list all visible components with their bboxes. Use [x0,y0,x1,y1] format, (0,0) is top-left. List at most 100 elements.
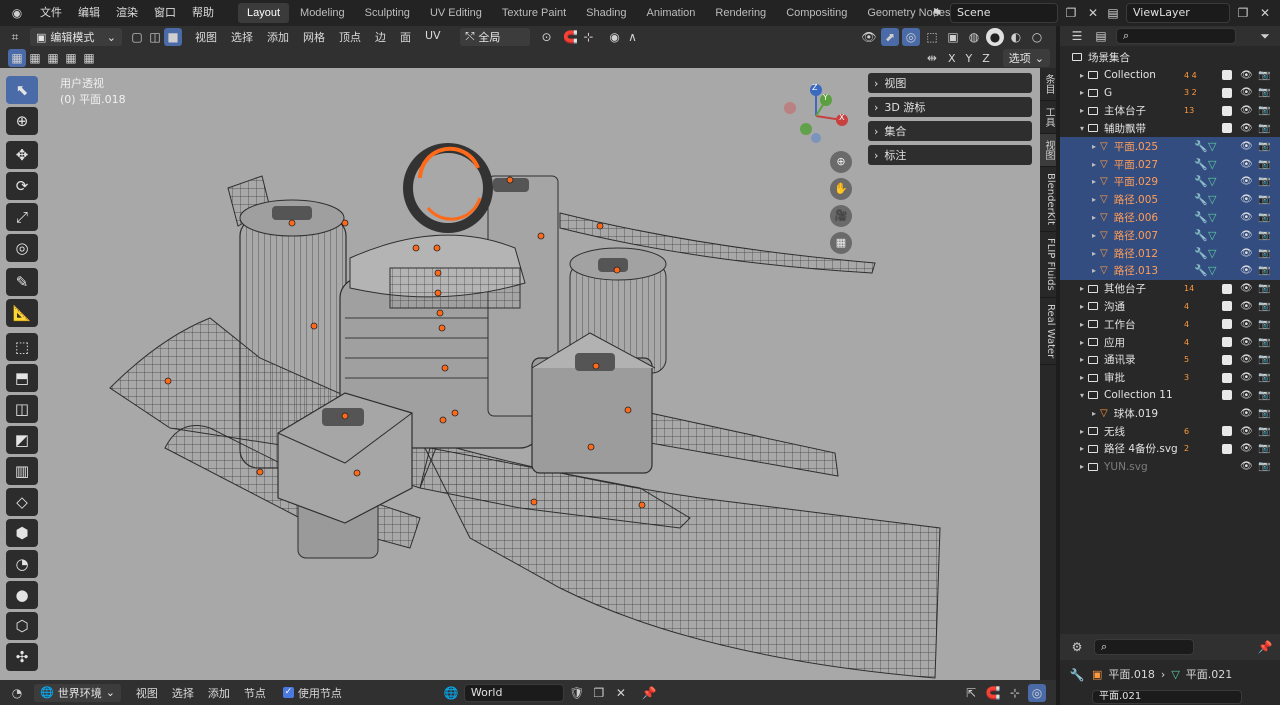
menu-item-3[interactable]: 窗口 [146,0,184,26]
eye-icon[interactable]: 👁 [1240,461,1253,472]
scene-selector[interactable]: Scene [950,3,1058,23]
add-cube-tool-icon[interactable]: ⬚ [6,333,38,361]
outliner-row[interactable]: ▸ ▽ 平面.029 🔧 ▽ 👁 📷 [1060,172,1280,191]
camera-icon[interactable]: 📷 [1258,337,1270,348]
chevron-right-icon[interactable]: ▸ [1076,338,1088,347]
outliner-search[interactable]: ⌕ [1116,28,1236,44]
move-tool-icon[interactable]: ✥ [6,141,38,169]
eye-icon[interactable]: 👁 [1240,283,1253,294]
workspace-tab-2[interactable]: Sculpting [356,3,419,23]
select-tool-icon[interactable]: ⬉ [6,76,38,104]
face-select-icon[interactable]: ■ [164,28,182,46]
exclude-checkbox[interactable] [1222,283,1232,294]
proportional-edit-icon[interactable]: ◉ [606,28,624,46]
outliner-row[interactable]: ▸ 路径 4备份.svg 2 👁 📷 [1060,440,1280,458]
outliner-row[interactable]: ▸ 审批 3 👁 📷 [1060,369,1280,387]
eye-icon[interactable]: 👁 [1240,194,1253,205]
outliner-row[interactable]: ▸ 通讯录 5 👁 📷 [1060,351,1280,369]
modifier-icon[interactable]: 🔧 [1194,193,1208,206]
sidebar-tab-4[interactable]: FLIP Fluids [1040,232,1056,298]
modifier-icon[interactable]: 🔧 [1194,229,1208,242]
snap-target-icon[interactable]: ⊹ [580,28,598,46]
npanel-view[interactable]: › 视图 [868,73,1032,93]
pan-hand-icon[interactable]: ✋ [830,178,852,200]
workspace-tab-0[interactable]: Layout [238,3,290,23]
chevron-right-icon[interactable]: ▸ [1076,320,1088,329]
xray-icon[interactable]: ▣ [944,28,962,46]
modifier-icon[interactable]: 🔧 [1194,175,1208,188]
eye-icon[interactable]: 👁 [1240,301,1253,312]
npanel-collection[interactable]: › 集合 [868,121,1032,141]
eye-icon[interactable]: 👁 [1240,105,1253,116]
spin-tool-icon[interactable]: ◔ [6,550,38,578]
eye-icon[interactable]: 👁 [1240,87,1253,98]
eye-icon[interactable]: 👁 [1240,372,1253,383]
sidebar-tab-3[interactable]: BlenderKit [1040,167,1056,232]
chevron-right-icon[interactable]: ▸ [1076,427,1088,436]
outliner-row[interactable]: ▸ 工作台 4 👁 📷 [1060,315,1280,333]
viewport-menu-4[interactable]: 顶点 [332,29,368,45]
rendered-shading-icon[interactable]: ○ [1028,28,1046,46]
outliner-row[interactable]: ▾ Collection 11 👁 📷 [1060,386,1280,404]
outliner-row[interactable]: ▸ ▽ 球体.019 👁 📷 [1060,404,1280,422]
world-selector[interactable]: World [463,683,564,702]
viewport-menu-2[interactable]: 添加 [260,29,296,45]
sidebar-tab-2[interactable]: 视图 [1040,134,1056,167]
chevron-right-icon[interactable]: ▸ [1088,213,1100,222]
rotate-tool-icon[interactable]: ⟳ [6,172,38,200]
mesh-data-icon[interactable]: ▽ [1208,193,1216,206]
poly-build-tool-icon[interactable]: ⬢ [6,519,38,547]
mesh-data-icon[interactable]: ▽ [1208,158,1216,171]
exclude-checkbox[interactable] [1222,87,1232,98]
solid-shading-icon[interactable]: ● [986,28,1004,46]
workspace-tab-6[interactable]: Animation [638,3,705,23]
eye-icon[interactable]: 👁 [1240,443,1253,454]
select-intersect-icon[interactable]: ▦ [80,49,98,67]
modifier-icon[interactable]: 🔧 [1194,247,1208,260]
exclude-checkbox[interactable] [1222,319,1232,330]
eye-icon[interactable]: 👁 [1240,212,1253,223]
exclude-checkbox[interactable] [1222,301,1232,312]
camera-icon[interactable]: 📷 [1258,283,1270,294]
camera-icon[interactable]: 📷 [1258,105,1270,116]
select-subtract-icon[interactable]: ▦ [44,49,62,67]
chevron-right-icon[interactable]: ▸ [1088,266,1100,275]
fake-user-icon[interactable]: 🛡 [568,684,586,702]
chevron-right-icon[interactable]: ▸ [1088,409,1100,418]
npanel-annotation[interactable]: › 标注 [868,145,1032,165]
exclude-checkbox[interactable] [1222,105,1232,116]
viewport-menu-3[interactable]: 网格 [296,29,332,45]
mesh-data-icon[interactable]: ▽ [1208,175,1216,188]
modifier-icon[interactable]: 🔧 [1194,140,1208,153]
workspace-tab-1[interactable]: Modeling [291,3,354,23]
camera-icon[interactable]: 📷 [1258,212,1270,223]
eye-icon[interactable]: 👁 [1240,337,1253,348]
camera-icon[interactable]: 📷 [1258,301,1270,312]
vertex-select-icon[interactable]: ▢ [128,28,146,46]
chevron-right-icon[interactable]: ▸ [1076,284,1088,293]
unlink-world-icon[interactable]: ✕ [612,684,630,702]
bottom-menu-1[interactable]: 选择 [165,685,201,701]
modifier-icon[interactable]: 🔧 [1194,264,1208,277]
eye-icon[interactable]: 👁 [1240,354,1253,365]
edge-slide-tool-icon[interactable]: ⬡ [6,612,38,640]
eye-icon[interactable]: 👁 [1240,230,1253,241]
chevron-right-icon[interactable]: ▸ [1088,249,1100,258]
ortho-grid-icon[interactable]: ▦ [830,232,852,254]
editor-type-icon[interactable]: ⌗ [6,28,24,46]
chevron-right-icon[interactable]: ▸ [1076,462,1088,471]
eye-icon[interactable]: 👁 [1240,176,1253,187]
camera-icon[interactable]: 📷 [1258,354,1270,365]
camera-icon[interactable]: 📷 [1258,230,1270,241]
transform-orientation[interactable]: ⤲ 全局 [459,28,530,46]
viewport-menu-7[interactable]: UV [418,29,448,45]
workspace-tab-4[interactable]: Texture Paint [493,3,575,23]
viewport-menu-5[interactable]: 边 [368,29,393,45]
zoom-icon[interactable]: ⊕ [830,151,852,173]
pin-icon[interactable]: 📌 [640,684,658,702]
annotate-tool-icon[interactable]: ✎ [6,268,38,296]
mesh-data-name-field[interactable]: 平面.021 [1092,690,1242,704]
camera-icon[interactable]: 📷 [1258,390,1270,401]
shear-tool-icon[interactable]: ✣ [6,643,38,671]
pin-icon[interactable]: 📌 [1256,638,1274,656]
